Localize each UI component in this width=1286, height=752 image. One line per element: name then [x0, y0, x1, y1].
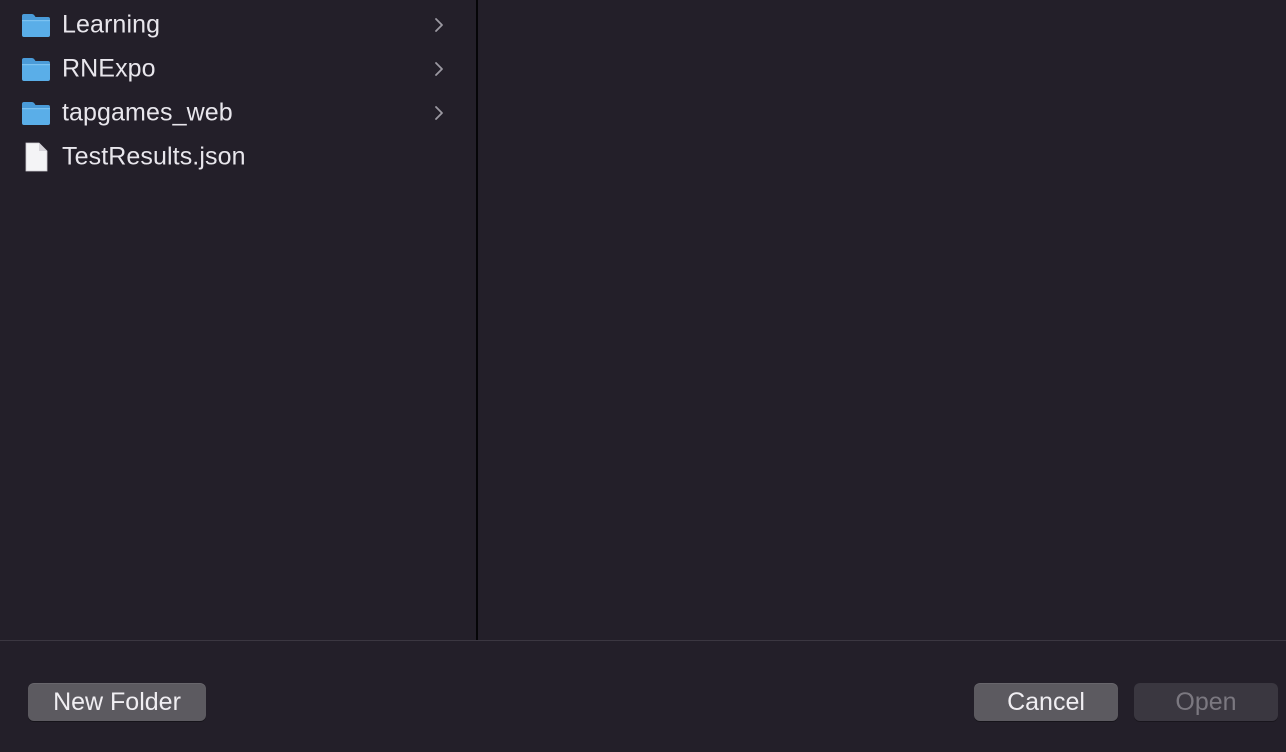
open-button[interactable]: Open [1134, 683, 1278, 721]
open-file-dialog: Learning RNExpo tapgames_web TestResults… [0, 0, 1286, 752]
list-item-folder-tapgames-web[interactable]: tapgames_web [0, 91, 476, 135]
file-column: Learning RNExpo tapgames_web TestResults… [0, 0, 478, 640]
item-label: tapgames_web [62, 98, 233, 127]
chevron-right-icon [432, 104, 446, 122]
folder-icon [20, 53, 52, 85]
item-label: Learning [62, 10, 161, 39]
chevron-right-icon [432, 16, 446, 34]
cancel-button[interactable]: Cancel [974, 683, 1118, 721]
file-list: Learning RNExpo tapgames_web TestResults… [0, 3, 476, 179]
new-folder-button[interactable]: New Folder [28, 683, 206, 721]
preview-column [478, 0, 1286, 640]
column-browser: Learning RNExpo tapgames_web TestResults… [0, 0, 1286, 640]
list-item-folder-rnexpo[interactable]: RNExpo [0, 47, 476, 91]
folder-icon [20, 97, 52, 129]
item-label: RNExpo [62, 54, 156, 83]
list-item-folder-learning[interactable]: Learning [0, 3, 476, 47]
item-label: TestResults.json [62, 142, 246, 171]
chevron-right-icon [432, 60, 446, 78]
list-item-file-testresults[interactable]: TestResults.json [0, 135, 476, 179]
document-icon [20, 141, 52, 173]
footer-divider [0, 640, 1286, 641]
folder-icon [20, 9, 52, 41]
